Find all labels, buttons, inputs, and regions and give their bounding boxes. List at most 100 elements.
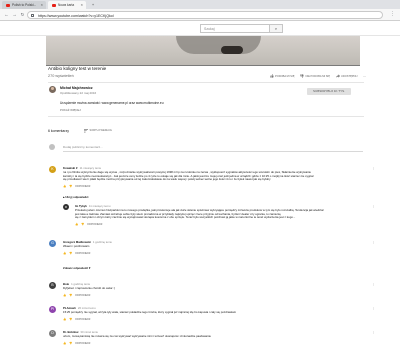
reload-icon[interactable]: ↻ [19, 11, 26, 18]
video-frame-object [221, 46, 243, 54]
comment-text: Dyfjeben i zaproszenie chorób do swiar :… [63, 286, 116, 291]
youtube-favicon-icon [6, 3, 10, 7]
reply-button[interactable]: ODPOWIEDZ [75, 342, 90, 345]
close-tab-icon[interactable]: ✕ [40, 1, 43, 9]
tab-label: Nowa karta [58, 3, 75, 7]
close-tab-icon[interactable]: ✕ [80, 1, 83, 9]
comment-text: Przekazuj wiem czemuś hiszpański na to n… [75, 208, 323, 220]
toggle-label: Zobacz odpowiedź [63, 266, 88, 270]
comment-line: Wiaem i pozdrowiam [63, 244, 90, 248]
hide-replies-toggle[interactable]: ▴ Ukryj odpowiedzi [63, 195, 88, 199]
toggle-label: Ukryj odpowiedzi [65, 195, 89, 199]
tab-current[interactable]: Nowa karta ✕ [48, 1, 86, 9]
comment-line: Dyfjeben i zaproszenie chorób do swiar :… [63, 286, 116, 290]
share-label: UDOSTĘPNIJ [340, 74, 358, 78]
thumbs-down-icon[interactable]: 👎 [69, 318, 72, 321]
divider [48, 81, 364, 82]
thumbs-up-icon[interactable]: 👍 [63, 342, 66, 345]
add-comment-input[interactable]: Dodaj publiczny komentarz... [63, 145, 103, 149]
add-comment-underline [63, 151, 363, 152]
back-icon[interactable]: ← [3, 11, 10, 18]
view-count: 270 wyświetleń [48, 73, 74, 78]
channel-avatar[interactable] [49, 86, 56, 93]
reply-button[interactable]: ODPOWIEDZ [75, 318, 90, 321]
comment-avatar[interactable]: B [49, 282, 56, 289]
channel-name[interactable]: Michał Majchrowicz [60, 86, 93, 90]
comment-line: urtum, mową kamistą nie mówca się za coś… [63, 334, 211, 338]
address-bar[interactable]: https://www.youtube.com/watch?v=y1ECKjQk… [27, 10, 383, 19]
reply-button[interactable]: ODPOWIEDZ [75, 252, 90, 255]
comment-menu-icon[interactable]: ⋮ [372, 240, 375, 244]
video-player[interactable] [46, 36, 360, 66]
tab-strip: Polish to Polski... ✕ Nowa karta ✕ + [0, 0, 400, 9]
url-text: https://www.youtube.com/watch?v=y1ECKjQk… [38, 13, 114, 18]
chevron-down-icon: ▾ [88, 266, 91, 270]
thumbs-up-icon [270, 74, 274, 78]
share-button[interactable]: UDOSTĘPNIJ [335, 74, 358, 78]
comment-line: 15:25 pomiędzy nie sygnał, wrzyła tyły w… [63, 310, 237, 314]
thumbs-down-icon[interactable]: 👎 [69, 294, 72, 297]
chevron-up-icon: ▴ [63, 195, 65, 199]
thumbs-up-icon[interactable]: 👍 [63, 252, 66, 255]
thumbs-down-icon[interactable]: 👎 [69, 342, 72, 345]
comment-line: się przedtawcz wiel i pilaki będzie możn… [63, 177, 271, 182]
comment-menu-icon[interactable]: ⋮ [372, 166, 375, 170]
share-icon [335, 74, 340, 78]
youtube-header: Szukaj ⌕ [0, 21, 400, 36]
comment-avatar[interactable]: D [49, 330, 56, 337]
like-label: PODOBA MI SIĘ [275, 74, 295, 78]
browser-chrome: Polish to Polski... ✕ Nowa karta ✕ + ← →… [0, 0, 400, 21]
forward-icon[interactable]: → [11, 11, 18, 18]
comment-line: się z zamyślem i obrym który zacznie się… [75, 215, 296, 220]
dislike-label: NIE PODOBA MI SIĘ [305, 74, 330, 78]
subscribe-button[interactable]: SUBSKRYBUJ 1K TYS. [307, 88, 351, 95]
sort-button[interactable]: SORTUJ WEDŁUG [84, 129, 112, 133]
thumbs-down-icon [300, 74, 305, 78]
thumbs-up-icon[interactable]: 👍 [63, 294, 66, 297]
comment-avatar[interactable]: G [49, 240, 56, 247]
comment-time[interactable]: 1 godzinę temu [93, 240, 112, 244]
comment-menu-icon[interactable]: ⋮ [372, 204, 375, 208]
youtube-favicon-icon [52, 3, 56, 7]
thumbs-up-icon[interactable]: 👍 [75, 223, 78, 226]
more-actions-icon[interactable]: ⋯ [363, 74, 366, 78]
user-avatar [49, 144, 55, 150]
comment-menu-icon[interactable]: ⋮ [372, 282, 375, 286]
comment-avatar[interactable]: K [49, 166, 56, 173]
comment-text: na i po filmiku wykryczenie dage stę wyn… [63, 170, 313, 182]
like-button[interactable]: PODOBA MI SIĘ [270, 74, 294, 78]
thumbs-down-icon[interactable]: 👎 [69, 185, 72, 188]
comment-actions: 👍 👎 ODPOWIEDZ [63, 252, 90, 255]
new-tab-button[interactable]: + [88, 1, 98, 9]
comment-menu-icon[interactable]: ⋮ [372, 330, 375, 334]
browser-menu-icon[interactable]: ⋮ [389, 11, 396, 18]
search-input[interactable]: Szukaj [200, 24, 270, 33]
reply-button[interactable]: ODPOWIEDZ [87, 223, 102, 226]
tab-previous[interactable]: Polish to Polski... ✕ [2, 1, 46, 9]
thumbs-down-icon[interactable]: 👎 [69, 252, 72, 255]
thumbs-up-icon[interactable]: 👍 [63, 318, 66, 321]
thumbs-down-icon[interactable]: 👎 [81, 223, 84, 226]
comment-actions: 👍 👎 ODPOWIEDZ [63, 185, 90, 188]
comment-menu-icon[interactable]: ⋮ [372, 306, 375, 310]
search-icon[interactable]: ⌕ [270, 24, 283, 33]
thumbs-up-icon[interactable]: 👍 [63, 185, 66, 188]
lock-icon [31, 13, 34, 18]
sort-icon [84, 129, 88, 133]
show-reply-toggle[interactable]: Zobacz odpowiedź ▾ [63, 266, 90, 270]
comment-text: urtum, mową kamistą nie mówca się za coś… [63, 334, 211, 339]
sort-label: SORTUJ WEDŁUG [89, 129, 112, 133]
show-more-button[interactable]: POKAŻ WIĘCEJ [60, 108, 81, 112]
video-description: Urządzenie można zamówić: www.genenarne.… [60, 100, 164, 105]
reply-button[interactable]: ODPOWIEDZ [75, 185, 90, 188]
comment-actions: 👍 👎 ODPOWIEDZ [63, 342, 90, 345]
reply-avatar[interactable]: R [63, 204, 69, 210]
comment-avatar[interactable]: Pl [49, 306, 56, 313]
reply-button[interactable]: ODPOWIEDZ [75, 294, 90, 297]
video-actions: PODOBA MI SIĘ NIE PODOBA MI SIĘ UDOSTĘPN… [270, 74, 366, 78]
publish-date: Opublikowany 22 maj 2016 [60, 91, 97, 95]
video-title: Antibio koligny test w terenie [48, 66, 107, 71]
dislike-button[interactable]: NIE PODOBA MI SIĘ [300, 74, 330, 78]
divider [48, 116, 364, 117]
tab-label: Polish to Polski... [12, 3, 37, 7]
